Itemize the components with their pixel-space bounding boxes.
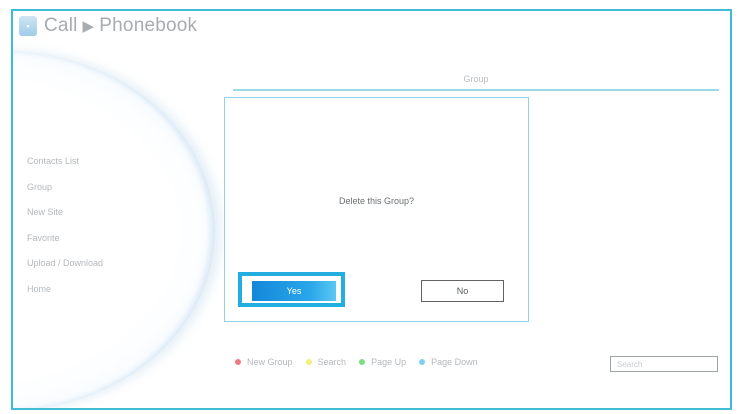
breadcrumb: Call ▶ Phonebook [44, 15, 197, 37]
yes-button-focus-ring: Yes [238, 272, 345, 307]
blue-dot-icon [419, 359, 426, 365]
sidebar-item-favorite[interactable]: Favorite [27, 231, 103, 257]
delete-group-dialog: Delete this Group? Yes No [224, 97, 529, 322]
yellow-dot-icon [305, 359, 312, 365]
breadcrumb-app: Call [44, 15, 78, 36]
softkey-label: Page Up [371, 357, 407, 367]
sidebar-item-contacts-list[interactable]: Contacts List [27, 154, 103, 180]
softkey-new-group[interactable]: New Group [235, 357, 293, 367]
green-dot-icon [359, 359, 366, 365]
no-button[interactable]: No [421, 280, 504, 302]
softkey-label: New Group [247, 357, 293, 367]
phone-app-icon: ▪ [19, 16, 37, 36]
dialog-message: Delete this Group? [338, 196, 415, 206]
softkey-label: Search [317, 357, 347, 367]
breadcrumb-separator-icon: ▶ [82, 18, 95, 35]
sidebar-item-group[interactable]: Group [27, 180, 103, 206]
search-input[interactable] [610, 356, 718, 372]
sidebar-item-home[interactable]: Home [27, 282, 103, 308]
red-dot-icon [235, 359, 241, 365]
breadcrumb-page: Phonebook [99, 15, 198, 36]
section-title: Group [233, 69, 719, 91]
title-bar: ▪ Call ▶ Phonebook [19, 13, 197, 39]
sidebar: Contacts List Group New Site Favorite Up… [27, 154, 103, 307]
softkey-bar: New Group Search Page Up Page Down [235, 357, 491, 367]
softkey-search[interactable]: Search [305, 357, 347, 367]
softkey-label: Page Down [431, 357, 478, 367]
sidebar-item-upload-download[interactable]: Upload / Download [27, 256, 103, 282]
softkey-page-up[interactable]: Page Up [359, 357, 406, 367]
yes-button[interactable]: Yes [252, 281, 336, 301]
screen-frame: ▪ Call ▶ Phonebook Group Contacts List G… [11, 9, 732, 410]
softkey-page-down[interactable]: Page Down [419, 357, 478, 367]
sidebar-item-new-site[interactable]: New Site [27, 205, 103, 231]
